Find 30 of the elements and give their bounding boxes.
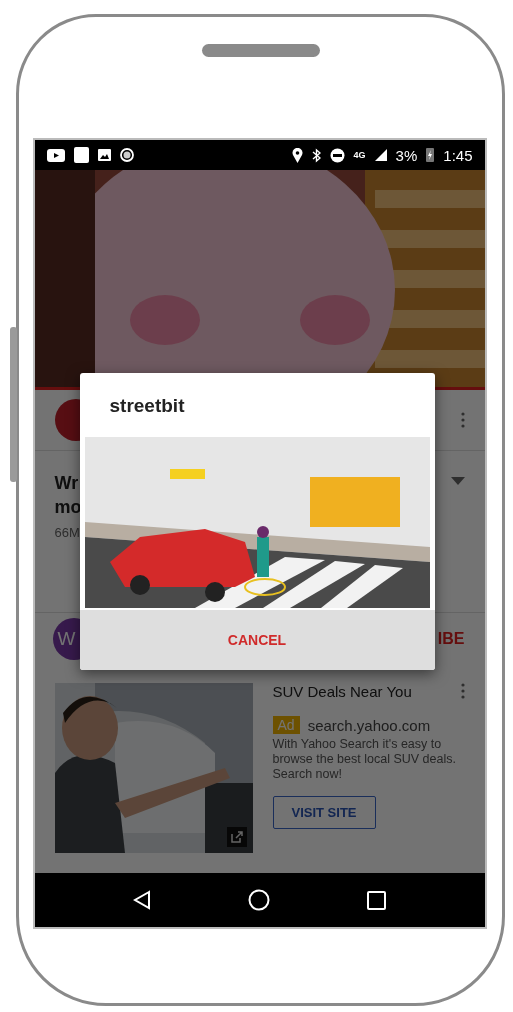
more-icon[interactable] xyxy=(460,412,465,428)
dialog-title: streetbit xyxy=(108,394,186,418)
do-not-disturb-icon xyxy=(329,147,345,163)
ad-description: With Yahoo Search it's easy to browse the best local SUV deals. Search now! xyxy=(272,737,457,782)
ad-domain: search.yahoo.com xyxy=(307,716,431,734)
signal-icon xyxy=(374,149,387,161)
home-icon[interactable] xyxy=(248,889,270,911)
back-icon[interactable] xyxy=(133,890,151,910)
clock: 1:45 xyxy=(443,146,473,164)
video-title: Wr xyxy=(54,472,79,495)
network-label: 4G xyxy=(353,150,366,160)
video-title: mo xyxy=(54,496,82,519)
ad-badge: Ad xyxy=(272,716,300,734)
battery-percent: 3% xyxy=(395,146,418,164)
battery-icon xyxy=(426,148,435,162)
expand-icon[interactable] xyxy=(450,477,465,485)
subscribe-button[interactable]: IBE xyxy=(437,630,465,648)
location-icon xyxy=(291,147,303,163)
external-link-icon[interactable] xyxy=(226,827,247,847)
recents-icon[interactable] xyxy=(367,890,386,910)
record-icon xyxy=(119,148,134,162)
play-icon xyxy=(46,148,65,162)
bluetooth-icon xyxy=(311,147,321,163)
square-icon xyxy=(73,147,89,163)
image-icon xyxy=(97,149,111,161)
more-icon[interactable] xyxy=(460,683,465,699)
cancel-button[interactable]: CANCEL xyxy=(217,626,297,654)
ad-title[interactable]: SUV Deals Near You xyxy=(272,683,412,700)
visit-site-button[interactable]: VISIT SITE xyxy=(272,796,376,829)
view-count: 66M xyxy=(54,525,81,540)
